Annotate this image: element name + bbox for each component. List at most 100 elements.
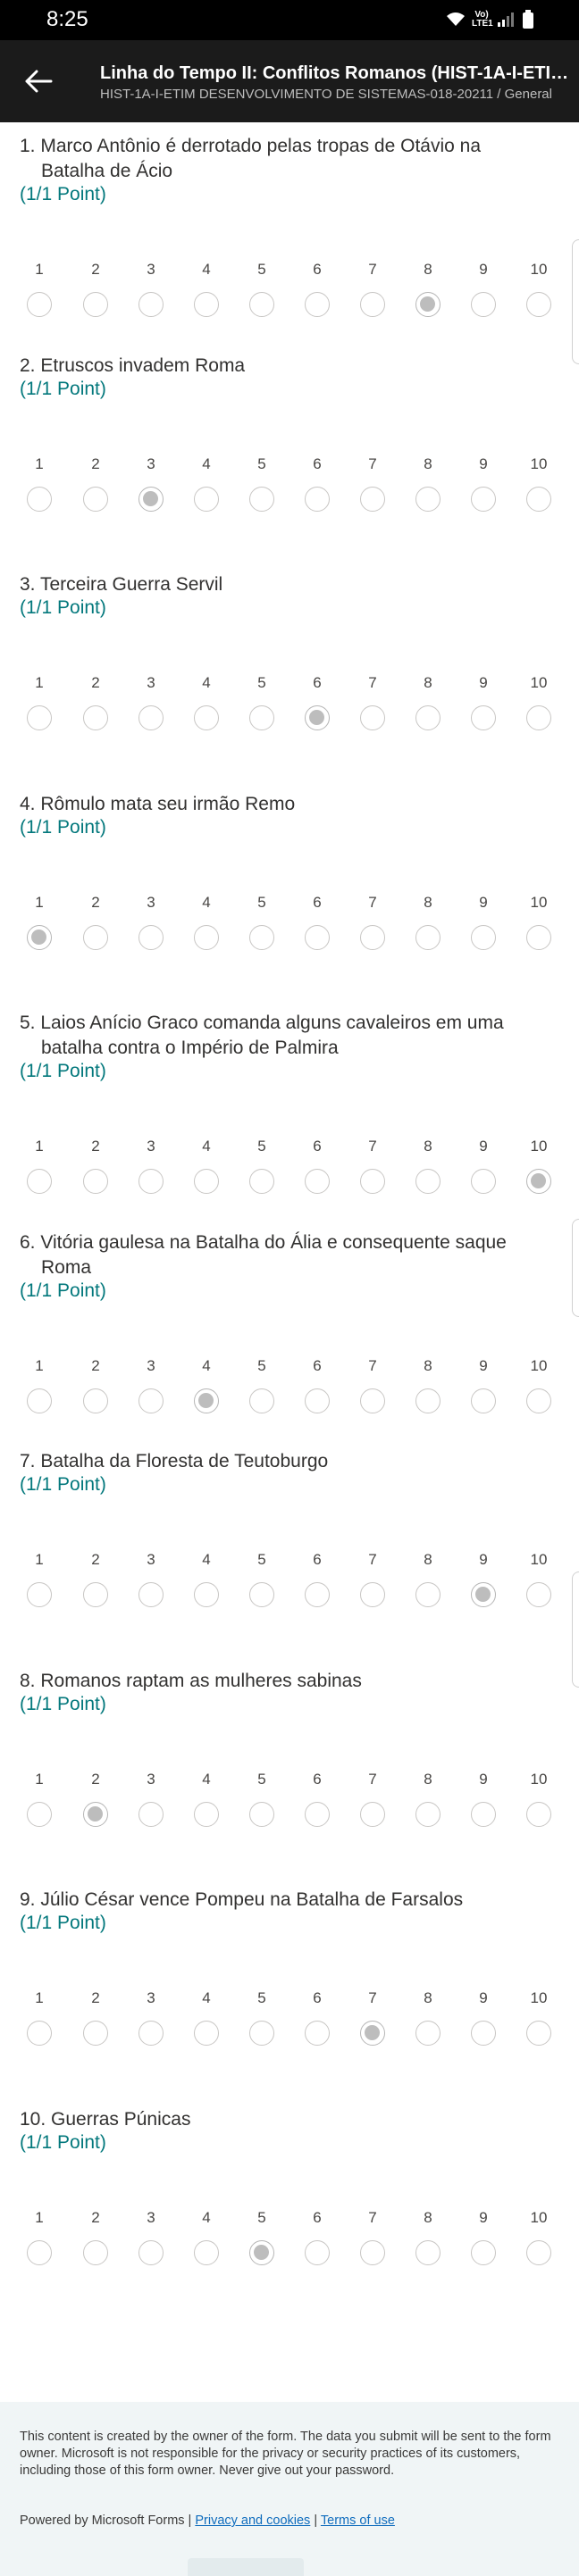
rating-option[interactable]: 9 [466, 894, 501, 950]
radio-button[interactable] [27, 705, 52, 730]
radio-button-selected[interactable] [526, 1169, 551, 1194]
rating-option[interactable]: 6 [299, 261, 335, 317]
rating-option[interactable]: 6 [299, 1771, 335, 1827]
rating-option[interactable]: 8 [410, 455, 446, 512]
radio-button[interactable] [305, 925, 330, 950]
radio-button[interactable] [360, 1582, 385, 1607]
scroll-handle[interactable] [572, 1219, 579, 1317]
radio-button[interactable] [360, 925, 385, 950]
radio-button[interactable] [83, 2021, 108, 2046]
rating-option[interactable]: 1 [21, 894, 57, 950]
radio-button[interactable] [83, 1388, 108, 1413]
rating-option[interactable]: 3 [133, 1357, 169, 1413]
rating-option[interactable]: 6 [299, 894, 335, 950]
back-button[interactable] [16, 62, 61, 101]
rating-option[interactable]: 6 [299, 1357, 335, 1413]
rating-option[interactable]: 1 [21, 2209, 57, 2265]
rating-option[interactable]: 8 [410, 1357, 446, 1413]
rating-option[interactable]: 9 [466, 2209, 501, 2265]
rating-option[interactable]: 2 [78, 1989, 113, 2046]
radio-button[interactable] [83, 1169, 108, 1194]
radio-button-selected[interactable] [360, 2021, 385, 2046]
rating-option[interactable]: 7 [355, 1989, 390, 2046]
radio-button[interactable] [471, 487, 496, 512]
rating-option[interactable]: 8 [410, 894, 446, 950]
rating-option[interactable]: 10 [521, 1989, 557, 2046]
radio-button-selected[interactable] [194, 1388, 219, 1413]
rating-option[interactable]: 5 [244, 894, 280, 950]
rating-option[interactable]: 5 [244, 2209, 280, 2265]
terms-link[interactable]: Terms of use [321, 2513, 395, 2528]
rating-option[interactable]: 6 [299, 1551, 335, 1607]
radio-button[interactable] [83, 2240, 108, 2265]
radio-button[interactable] [526, 2240, 551, 2265]
radio-button[interactable] [27, 1388, 52, 1413]
radio-button[interactable] [360, 2240, 385, 2265]
rating-option[interactable]: 10 [521, 455, 557, 512]
rating-option[interactable]: 5 [244, 1989, 280, 2046]
rating-option[interactable]: 3 [133, 261, 169, 317]
rating-option[interactable]: 1 [21, 261, 57, 317]
radio-button[interactable] [415, 487, 441, 512]
rating-option[interactable]: 2 [78, 455, 113, 512]
radio-button[interactable] [526, 1802, 551, 1827]
rating-option[interactable]: 3 [133, 1771, 169, 1827]
rating-option[interactable]: 4 [189, 1771, 224, 1827]
radio-button[interactable] [526, 292, 551, 317]
radio-button[interactable] [305, 487, 330, 512]
radio-button[interactable] [305, 1388, 330, 1413]
radio-button[interactable] [138, 1802, 164, 1827]
rating-option[interactable]: 5 [244, 1138, 280, 1194]
rating-option[interactable]: 6 [299, 1138, 335, 1194]
rating-option[interactable]: 9 [466, 1771, 501, 1827]
rating-option[interactable]: 1 [21, 674, 57, 730]
rating-option[interactable]: 3 [133, 1989, 169, 2046]
rating-option[interactable]: 8 [410, 1989, 446, 2046]
radio-button[interactable] [83, 1582, 108, 1607]
radio-button[interactable] [249, 1582, 274, 1607]
radio-button-selected[interactable] [138, 487, 164, 512]
radio-button[interactable] [138, 2021, 164, 2046]
rating-option[interactable]: 2 [78, 1771, 113, 1827]
rating-option[interactable]: 3 [133, 1138, 169, 1194]
rating-option[interactable]: 6 [299, 455, 335, 512]
radio-button[interactable] [360, 487, 385, 512]
rating-option[interactable]: 2 [78, 674, 113, 730]
rating-option[interactable]: 9 [466, 1138, 501, 1194]
rating-option[interactable]: 4 [189, 1357, 224, 1413]
rating-option[interactable]: 4 [189, 674, 224, 730]
rating-option[interactable]: 9 [466, 1357, 501, 1413]
radio-button[interactable] [305, 1169, 330, 1194]
radio-button[interactable] [526, 705, 551, 730]
rating-option[interactable]: 2 [78, 261, 113, 317]
radio-button[interactable] [415, 1169, 441, 1194]
radio-button[interactable] [138, 1388, 164, 1413]
radio-button[interactable] [249, 292, 274, 317]
rating-option[interactable]: 3 [133, 2209, 169, 2265]
rating-option[interactable]: 10 [521, 261, 557, 317]
radio-button[interactable] [138, 292, 164, 317]
radio-button[interactable] [526, 2021, 551, 2046]
radio-button[interactable] [83, 487, 108, 512]
radio-button[interactable] [27, 1802, 52, 1827]
radio-button[interactable] [249, 1802, 274, 1827]
scroll-handle[interactable] [572, 239, 579, 364]
rating-option[interactable]: 5 [244, 674, 280, 730]
rating-option[interactable]: 10 [521, 674, 557, 730]
radio-button[interactable] [83, 705, 108, 730]
radio-button[interactable] [360, 1169, 385, 1194]
radio-button[interactable] [138, 925, 164, 950]
radio-button[interactable] [360, 1802, 385, 1827]
rating-option[interactable]: 1 [21, 1551, 57, 1607]
radio-button[interactable] [27, 1582, 52, 1607]
rating-option[interactable]: 6 [299, 2209, 335, 2265]
rating-option[interactable]: 4 [189, 455, 224, 512]
rating-option[interactable]: 2 [78, 2209, 113, 2265]
rating-option[interactable]: 10 [521, 1138, 557, 1194]
rating-option[interactable]: 2 [78, 1138, 113, 1194]
rating-option[interactable]: 6 [299, 1989, 335, 2046]
radio-button[interactable] [471, 2021, 496, 2046]
radio-button[interactable] [305, 1802, 330, 1827]
radio-button[interactable] [471, 1169, 496, 1194]
rating-option[interactable]: 10 [521, 1551, 557, 1607]
